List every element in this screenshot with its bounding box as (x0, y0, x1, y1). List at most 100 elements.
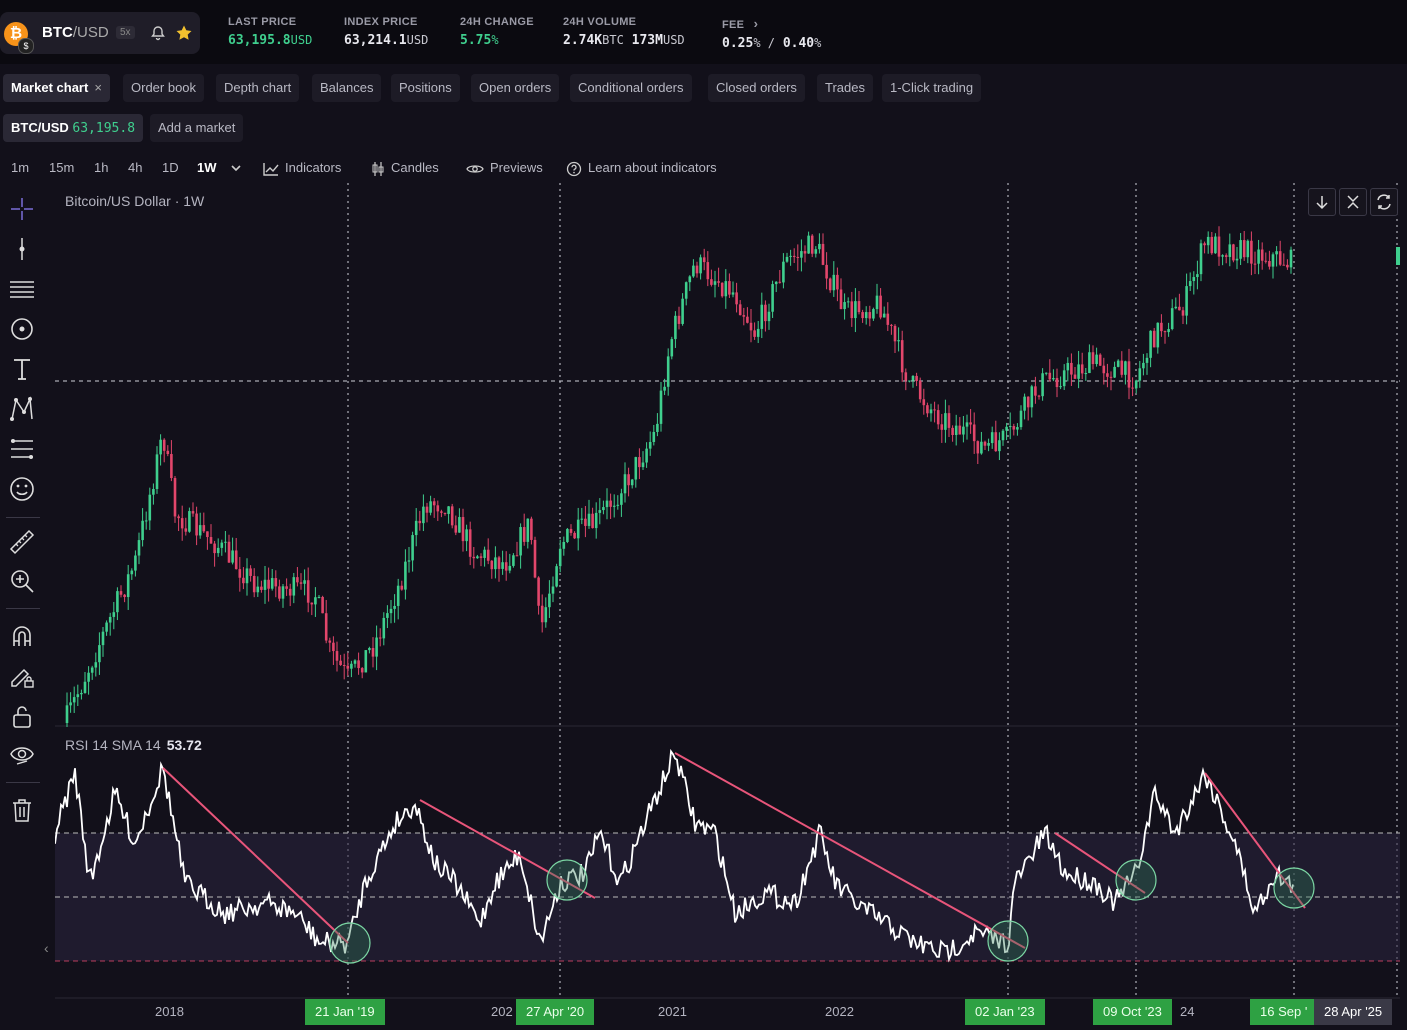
candle-body (634, 457, 638, 480)
candle-body (1070, 362, 1073, 375)
stat-label: 24H CHANGE (460, 16, 534, 28)
candle-body (260, 586, 263, 590)
candle-body (616, 504, 620, 506)
candle-body (519, 527, 522, 556)
tab-trades[interactable]: Trades (817, 74, 873, 102)
pattern-tool-icon[interactable] (8, 395, 36, 423)
candle-body (684, 282, 688, 299)
candle-body (706, 262, 710, 280)
bell-icon[interactable] (150, 25, 166, 41)
close-icon[interactable]: × (94, 80, 102, 95)
candle-body (641, 462, 645, 468)
trendline-icon[interactable] (8, 235, 36, 263)
candle-body (1005, 426, 1008, 431)
pair-quote: /USD (72, 24, 109, 41)
candle-body (825, 264, 828, 279)
refresh-icon[interactable] (1370, 188, 1398, 216)
stat-24h-change: 24H CHANGE 5.75% (460, 16, 534, 48)
tab-open-orders[interactable]: Open orders (471, 74, 560, 102)
previews-label: Previews (490, 160, 543, 175)
candle-body (1210, 236, 1214, 254)
pair-name: BTC/USD (42, 24, 109, 41)
candle-body (476, 556, 479, 559)
tab-depth-chart[interactable]: Depth chart (216, 74, 300, 102)
candle-body (231, 550, 234, 563)
eye-visibility-icon[interactable] (8, 740, 36, 768)
unlock-icon[interactable] (8, 702, 36, 730)
interval-1h[interactable]: 1h (94, 156, 108, 180)
candle-body (224, 541, 227, 543)
candle-body (155, 454, 159, 490)
learn-indicators-link[interactable]: Learn about indicators (566, 156, 717, 180)
current-price-marker (1396, 247, 1400, 265)
previews-button[interactable]: Previews (466, 156, 543, 180)
tab-positions[interactable]: Positions (391, 74, 460, 102)
candle-body (1167, 329, 1170, 333)
candle-body (731, 292, 735, 295)
magnet-icon[interactable] (8, 622, 36, 650)
market-tab-btc-usd[interactable]: BTC/USD 63,195.8 (3, 114, 144, 142)
candle-body (728, 281, 731, 295)
candle-body (1196, 274, 1199, 278)
candles-button[interactable]: Candles (371, 156, 439, 180)
stat-unit-2: USD (662, 33, 685, 47)
star-icon[interactable] (175, 24, 193, 42)
candle-body (497, 557, 501, 569)
interval-1d[interactable]: 1D (162, 156, 179, 180)
candle-body (1224, 255, 1228, 257)
text-tool-icon[interactable] (8, 355, 36, 383)
candle-body (598, 510, 602, 513)
tab-1-click-trading[interactable]: 1-Click trading (882, 74, 982, 102)
fib-tool-icon[interactable] (8, 435, 36, 463)
interval-15m[interactable]: 15m (49, 156, 74, 180)
zoom-in-icon[interactable] (8, 567, 36, 595)
add-market-button[interactable]: Add a market (150, 114, 244, 142)
candle-body (242, 577, 245, 584)
emoji-icon[interactable] (8, 475, 36, 503)
candle-body (944, 413, 947, 430)
candle-body (746, 316, 749, 323)
candle-body (627, 474, 630, 486)
ruler-icon[interactable] (8, 528, 36, 556)
arrow-down-icon[interactable] (1308, 188, 1336, 216)
stat-value: 0.25 (722, 36, 754, 51)
candle-body (760, 304, 764, 329)
candle-body (303, 580, 306, 584)
interval-4h[interactable]: 4h (128, 156, 142, 180)
crosshair-icon[interactable] (8, 195, 36, 223)
candle-body (1034, 386, 1037, 396)
candle-body (195, 513, 198, 536)
year-label: 2018 (155, 1004, 184, 1019)
candle-body (918, 381, 922, 400)
candle-body (638, 457, 641, 468)
lock-drawing-icon[interactable] (8, 662, 36, 690)
tab-conditional-orders[interactable]: Conditional orders (570, 74, 692, 102)
chart-toolbar: 1m 15m 1h 4h 1D 1W Indicators Candles Pr… (0, 156, 900, 180)
tab-balances[interactable]: Balances (312, 74, 382, 102)
chevron-left-icon[interactable]: ‹ (44, 940, 49, 956)
interval-1m[interactable]: 1m (11, 156, 29, 180)
tab-market-chart[interactable]: Market chart × (3, 74, 110, 102)
indicators-button[interactable]: Indicators (263, 156, 341, 180)
market-pair: BTC/USD (11, 120, 69, 135)
stat-fee[interactable]: FEE › 0.25% / 0.40% (722, 16, 821, 51)
candle-body (198, 525, 202, 536)
candle-body (821, 243, 825, 265)
circle-tool-icon[interactable] (8, 315, 36, 343)
candle-body (836, 274, 839, 290)
price-chart[interactable] (55, 183, 1400, 1028)
interval-1w[interactable]: 1W (197, 156, 217, 180)
pair-selector[interactable]: ₿ $ BTC/USD 5x (0, 12, 200, 54)
horizontal-lines-icon[interactable] (8, 275, 36, 303)
candle-body (245, 568, 249, 584)
collapse-icon[interactable] (1339, 188, 1367, 216)
tab-closed-orders[interactable]: Closed orders (708, 74, 805, 102)
candle-body (184, 528, 188, 532)
tab-order-book[interactable]: Order book (123, 74, 205, 102)
chevron-down-icon[interactable] (230, 163, 242, 173)
candle-body (843, 302, 846, 310)
candle-body (983, 441, 987, 446)
panel-tabs: Market chart × Order book Depth chart Bal… (0, 74, 1000, 104)
date-tag: 09 Oct '23 (1093, 999, 1172, 1025)
trash-icon[interactable] (8, 796, 36, 824)
